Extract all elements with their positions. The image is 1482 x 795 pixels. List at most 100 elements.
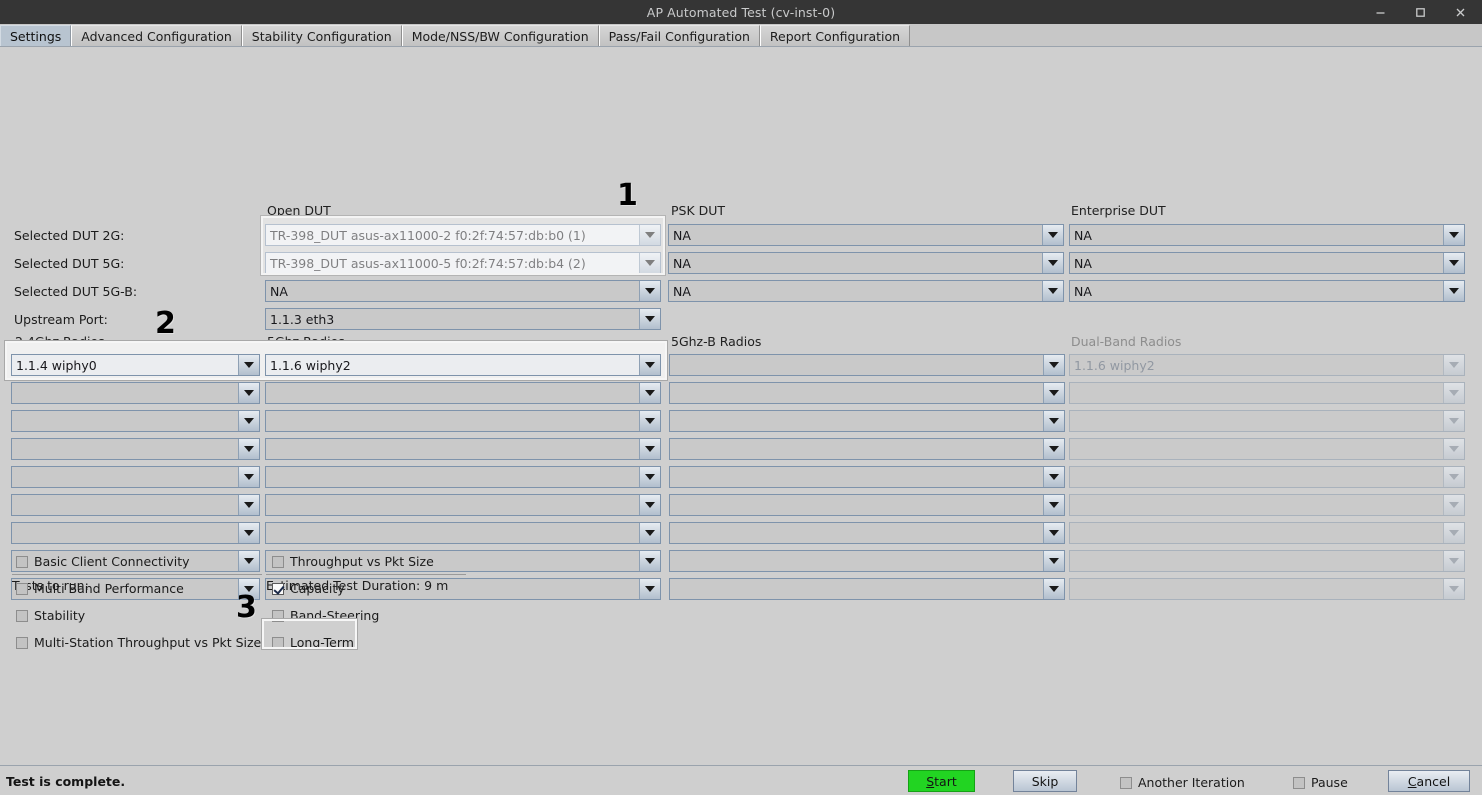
combo-value — [1070, 439, 1443, 459]
callout-number-3: 3 — [236, 590, 257, 625]
combo-psk-dut-5gb[interactable]: NA — [668, 280, 1064, 302]
chevron-down-icon — [1443, 579, 1464, 599]
chevron-down-icon[interactable] — [639, 355, 660, 375]
cancel-button[interactable]: Cancel — [1388, 770, 1470, 792]
combo-open-dut-5gb[interactable]: NA — [265, 280, 661, 302]
chevron-down-icon[interactable] — [639, 523, 660, 543]
combo-radio-5ghz-0[interactable]: 1.1.6 wiphy2 — [265, 354, 661, 376]
chevron-down-icon[interactable] — [238, 355, 259, 375]
test-checkbox-multi-band-performance[interactable]: Multi Band Performance — [16, 581, 184, 596]
combo-enterprise-dut-2g[interactable]: NA — [1069, 224, 1465, 246]
combo-radio-5ghz-2[interactable] — [265, 410, 661, 432]
chevron-down-icon[interactable] — [238, 495, 259, 515]
chevron-down-icon[interactable] — [1443, 225, 1464, 245]
chevron-down-icon[interactable] — [238, 467, 259, 487]
skip-button[interactable]: Skip — [1013, 770, 1077, 792]
combo-value — [1070, 411, 1443, 431]
chevron-down-icon[interactable] — [639, 411, 660, 431]
chevron-down-icon[interactable] — [639, 253, 660, 273]
chevron-down-icon[interactable] — [1043, 579, 1064, 599]
tab-pass-fail-configuration[interactable]: Pass/Fail Configuration — [598, 25, 760, 46]
combo-radio-dual-band-0: 1.1.6 wiphy2 — [1069, 354, 1465, 376]
chevron-down-icon[interactable] — [1043, 467, 1064, 487]
combo-radio-5ghzb-2[interactable] — [669, 410, 1065, 432]
test-checkbox-basic-client-connectivity[interactable]: Basic Client Connectivity — [16, 554, 190, 569]
tab-settings[interactable]: Settings — [0, 25, 72, 46]
combo-psk-dut-2g[interactable]: NA — [668, 224, 1064, 246]
combo-radio-5ghz-3[interactable] — [265, 438, 661, 460]
combo-radio-5ghzb-4[interactable] — [669, 466, 1065, 488]
combo-radio-5ghzb-5[interactable] — [669, 494, 1065, 516]
chevron-down-icon[interactable] — [1043, 439, 1064, 459]
test-checkbox-stability[interactable]: Stability — [16, 608, 85, 623]
combo-radio-5ghzb-6[interactable] — [669, 522, 1065, 544]
combo-radio-5ghz-4[interactable] — [265, 466, 661, 488]
combo-psk-dut-5g[interactable]: NA — [668, 252, 1064, 274]
combo-radio-5ghzb-1[interactable] — [669, 382, 1065, 404]
tab-stability-configuration[interactable]: Stability Configuration — [241, 25, 402, 46]
chevron-down-icon[interactable] — [1443, 253, 1464, 273]
chevron-down-icon[interactable] — [639, 383, 660, 403]
chevron-down-icon[interactable] — [1443, 281, 1464, 301]
chevron-down-icon[interactable] — [1042, 253, 1063, 273]
chevron-down-icon[interactable] — [1043, 383, 1064, 403]
test-checkbox-capacity[interactable]: Capacity — [272, 581, 345, 596]
close-button[interactable] — [1440, 0, 1480, 24]
combo-value: NA — [270, 283, 288, 299]
chevron-down-icon[interactable] — [639, 551, 660, 571]
chevron-down-icon[interactable] — [1043, 523, 1064, 543]
combo-radio-5ghz-1[interactable] — [265, 382, 661, 404]
combo-radio-5ghzb-7[interactable] — [669, 550, 1065, 572]
chevron-down-icon[interactable] — [1043, 551, 1064, 571]
combo-radio-24ghz-2[interactable] — [11, 410, 260, 432]
chevron-down-icon[interactable] — [238, 439, 259, 459]
combo-radio-5ghzb-0[interactable] — [669, 354, 1065, 376]
chevron-down-icon[interactable] — [1042, 225, 1063, 245]
tab-mode-nss-bw-configuration[interactable]: Mode/NSS/BW Configuration — [401, 25, 599, 46]
combo-radio-5ghz-5[interactable] — [265, 494, 661, 516]
combo-open-dut-2g[interactable]: TR-398_DUT asus-ax11000-2 f0:2f:74:57:db… — [265, 224, 661, 246]
combo-radio-dual-band-1 — [1069, 382, 1465, 404]
combo-radio-24ghz-3[interactable] — [11, 438, 260, 460]
chevron-down-icon[interactable] — [639, 225, 660, 245]
tab-report-configuration[interactable]: Report Configuration — [759, 25, 911, 46]
another-iteration-checkbox[interactable]: Another Iteration — [1120, 775, 1245, 790]
combo-enterprise-dut-5gb[interactable]: NA — [1069, 280, 1465, 302]
window-titlebar: AP Automated Test (cv-inst-0) — [0, 0, 1482, 24]
chevron-down-icon[interactable] — [639, 579, 660, 599]
start-button[interactable]: Start — [908, 770, 975, 792]
chevron-down-icon[interactable] — [238, 411, 259, 431]
combo-radio-5ghzb-8[interactable] — [669, 578, 1065, 600]
combo-radio-24ghz-4[interactable] — [11, 466, 260, 488]
combo-enterprise-dut-5g[interactable]: NA — [1069, 252, 1465, 274]
chevron-down-icon[interactable] — [238, 383, 259, 403]
combo-radio-24ghz-1[interactable] — [11, 382, 260, 404]
test-checkbox-throughput-vs-pkt-size[interactable]: Throughput vs Pkt Size — [272, 554, 434, 569]
chevron-down-icon[interactable] — [639, 439, 660, 459]
combo-value — [266, 439, 639, 459]
combo-radio-5ghzb-3[interactable] — [669, 438, 1065, 460]
combo-open-dut-5g[interactable]: TR-398_DUT asus-ax11000-5 f0:2f:74:57:db… — [265, 252, 661, 274]
combo-open-dut-upstream-port[interactable]: 1.1.3 eth3 — [265, 308, 661, 330]
chevron-down-icon[interactable] — [639, 309, 660, 329]
combo-value — [266, 411, 639, 431]
test-checkbox-multi-station-throughput-vs-pkt-size[interactable]: Multi-Station Throughput vs Pkt Size — [16, 635, 261, 650]
chevron-down-icon[interactable] — [639, 467, 660, 487]
maximize-button[interactable] — [1400, 0, 1440, 24]
chevron-down-icon[interactable] — [238, 523, 259, 543]
minimize-button[interactable] — [1360, 0, 1400, 24]
another-iteration-label: Another Iteration — [1138, 775, 1245, 790]
chevron-down-icon[interactable] — [639, 281, 660, 301]
chevron-down-icon[interactable] — [639, 495, 660, 515]
combo-radio-24ghz-6[interactable] — [11, 522, 260, 544]
chevron-down-icon[interactable] — [1043, 355, 1064, 375]
pause-checkbox[interactable]: Pause — [1293, 775, 1348, 790]
chevron-down-icon[interactable] — [238, 551, 259, 571]
chevron-down-icon[interactable] — [1043, 411, 1064, 431]
combo-radio-24ghz-5[interactable] — [11, 494, 260, 516]
chevron-down-icon[interactable] — [1042, 281, 1063, 301]
chevron-down-icon[interactable] — [1043, 495, 1064, 515]
tab-advanced-configuration[interactable]: Advanced Configuration — [71, 25, 242, 46]
combo-radio-24ghz-0[interactable]: 1.1.4 wiphy0 — [11, 354, 260, 376]
combo-radio-5ghz-6[interactable] — [265, 522, 661, 544]
